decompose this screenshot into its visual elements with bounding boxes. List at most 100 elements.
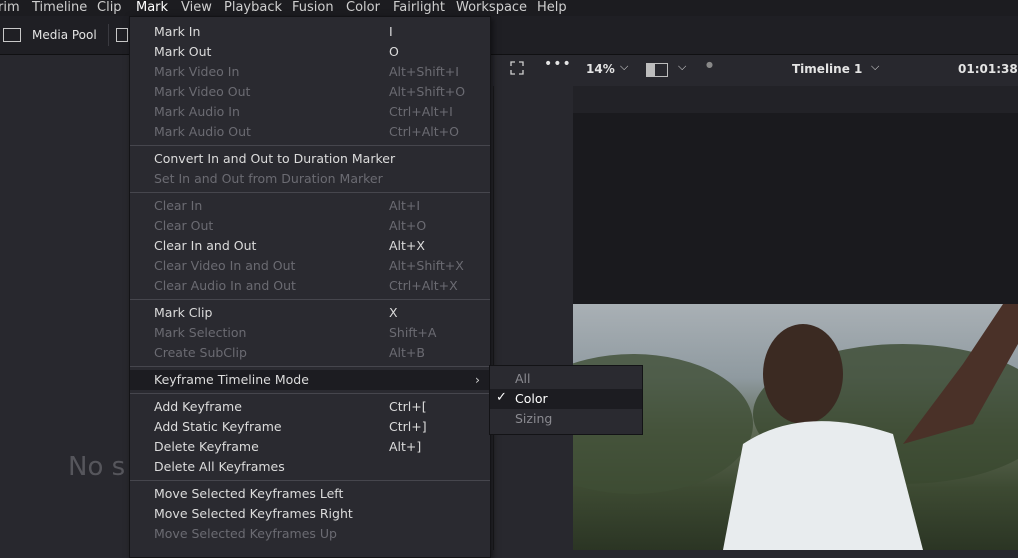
menu-item-label: Add Keyframe	[154, 399, 242, 414]
menu-item-shortcut: Alt+]	[389, 439, 422, 454]
menu-timeline[interactable]: Timeline	[32, 0, 87, 16]
menu-item-mark-audio-out[interactable]: Mark Audio Out Ctrl+Alt+O	[130, 122, 490, 142]
menu-item-clear-in[interactable]: Clear In Alt+I	[130, 196, 490, 216]
menu-item-label: Move Selected Keyframes Left	[154, 486, 344, 501]
timecode-display: 01:01:38:0	[958, 62, 1018, 76]
menu-item-shortcut: X	[389, 305, 398, 320]
menu-item-delete-all-keyframes[interactable]: Delete All Keyframes	[130, 457, 490, 477]
menu-fairlight[interactable]: Fairlight	[393, 0, 445, 16]
fullscreen-icon[interactable]	[510, 61, 524, 75]
menu-fusion[interactable]: Fusion	[292, 0, 334, 16]
media-pool-button[interactable]: Media Pool	[32, 28, 97, 42]
menu-item-shortcut: Alt+O	[389, 218, 427, 233]
more-options-icon[interactable]: •••	[544, 56, 572, 72]
menu-item-clear-video-in-and-out[interactable]: Clear Video In and Out Alt+Shift+X	[130, 256, 490, 276]
menu-item-shortcut: Shift+A	[389, 325, 437, 340]
status-dot-icon: ●	[706, 60, 713, 69]
menu-item-move-keyframes-left[interactable]: Move Selected Keyframes Left	[130, 484, 490, 504]
empty-state-text: No s	[68, 452, 126, 482]
menu-separator	[130, 192, 490, 193]
menu-item-label: Mark Out	[154, 44, 212, 59]
menu-separator	[130, 366, 490, 367]
menu-workspace[interactable]: Workspace	[456, 0, 527, 16]
menu-item-set-from-duration-marker[interactable]: Set In and Out from Duration Marker	[130, 169, 490, 189]
menu-item-label: Delete All Keyframes	[154, 459, 285, 474]
menu-item-mark-video-in[interactable]: Mark Video In Alt+Shift+I	[130, 62, 490, 82]
viewer-letterbox	[573, 113, 1018, 304]
menu-item-label: Create SubClip	[154, 345, 247, 360]
menu-item-delete-keyframe[interactable]: Delete Keyframe Alt+]	[130, 437, 490, 457]
checkmark-icon: ✓	[496, 390, 507, 405]
menu-item-label: Clear Out	[154, 218, 214, 233]
menu-item-label: Set In and Out from Duration Marker	[154, 171, 383, 186]
layout-chevron-down-icon[interactable]: ⌵	[678, 60, 686, 74]
menu-help[interactable]: Help	[537, 0, 567, 16]
menu-color[interactable]: Color	[346, 0, 380, 16]
menu-item-label: Mark Video Out	[154, 84, 251, 99]
clip-list-panel	[493, 86, 573, 550]
menu-item-create-subclip[interactable]: Create SubClip Alt+B	[130, 343, 490, 363]
menu-item-shortcut: Alt+Shift+I	[389, 64, 459, 79]
menu-item-clear-audio-in-and-out[interactable]: Clear Audio In and Out Ctrl+Alt+X	[130, 276, 490, 296]
media-pool-icon[interactable]	[3, 28, 21, 42]
menu-item-shortcut: Alt+X	[389, 238, 425, 253]
menu-bar: rim Timeline Clip Mark View Playback Fus…	[0, 0, 1018, 16]
timeline-chevron-down-icon[interactable]: ⌵	[871, 60, 879, 74]
menu-item-mark-in[interactable]: Mark In I	[130, 22, 490, 42]
menu-item-shortcut: Ctrl+Alt+X	[389, 278, 458, 293]
menu-item-mark-selection[interactable]: Mark Selection Shift+A	[130, 323, 490, 343]
submenu-item-sizing[interactable]: Sizing	[490, 409, 642, 429]
menu-item-label: Move Selected Keyframes Right	[154, 506, 353, 521]
menu-clip[interactable]: Clip	[97, 0, 122, 16]
effects-icon[interactable]	[116, 28, 128, 42]
submenu-item-label: All	[515, 371, 531, 386]
menu-item-move-keyframes-up[interactable]: Move Selected Keyframes Up	[130, 524, 490, 544]
menu-separator	[130, 145, 490, 146]
menu-item-move-keyframes-right[interactable]: Move Selected Keyframes Right	[130, 504, 490, 524]
menu-separator	[130, 480, 490, 481]
menu-item-add-keyframe[interactable]: Add Keyframe Ctrl+[	[130, 397, 490, 417]
menu-trim[interactable]: rim	[0, 0, 20, 16]
zoom-chevron-down-icon[interactable]: ⌵	[620, 60, 628, 74]
menu-item-mark-clip[interactable]: Mark Clip X	[130, 303, 490, 323]
menu-playback[interactable]: Playback	[224, 0, 282, 16]
menu-item-label: Keyframe Timeline Mode	[154, 372, 309, 387]
menu-item-mark-out[interactable]: Mark Out O	[130, 42, 490, 62]
submenu-item-all[interactable]: All	[490, 369, 642, 389]
menu-separator	[130, 299, 490, 300]
menu-item-label: Clear Audio In and Out	[154, 278, 296, 293]
menu-mark[interactable]: Mark	[136, 0, 168, 16]
menu-item-shortcut: Ctrl+Alt+I	[389, 104, 453, 119]
menu-item-label: Delete Keyframe	[154, 439, 259, 454]
menu-item-label: Mark Selection	[154, 325, 247, 340]
menu-item-clear-in-and-out[interactable]: Clear In and Out Alt+X	[130, 236, 490, 256]
submenu-item-label: Sizing	[515, 411, 553, 426]
menu-item-convert-to-duration-marker[interactable]: Convert In and Out to Duration Marker	[130, 149, 490, 169]
viewer-header	[573, 86, 1018, 114]
menu-item-label: Clear In	[154, 198, 203, 213]
menu-item-shortcut: Alt+B	[389, 345, 425, 360]
zoom-level[interactable]: 14%	[586, 62, 615, 76]
menu-item-clear-out[interactable]: Clear Out Alt+O	[130, 216, 490, 236]
menu-item-label: Clear Video In and Out	[154, 258, 296, 273]
menu-item-label: Mark Clip	[154, 305, 213, 320]
keyframe-mode-submenu: All ✓ Color Sizing	[489, 365, 643, 435]
menu-item-label: Move Selected Keyframes Up	[154, 526, 337, 541]
menu-item-keyframe-timeline-mode[interactable]: Keyframe Timeline Mode ›	[130, 370, 490, 390]
menu-item-label: Convert In and Out to Duration Marker	[154, 151, 396, 166]
menu-item-shortcut: O	[389, 44, 399, 59]
menu-item-add-static-keyframe[interactable]: Add Static Keyframe Ctrl+]	[130, 417, 490, 437]
viewer-layout-icon[interactable]	[646, 63, 668, 77]
menu-item-mark-video-out[interactable]: Mark Video Out Alt+Shift+O	[130, 82, 490, 102]
menu-item-shortcut: Alt+Shift+X	[389, 258, 464, 273]
menu-item-label: Mark Audio In	[154, 104, 240, 119]
toolbar-divider	[108, 24, 109, 46]
submenu-item-color[interactable]: ✓ Color	[490, 389, 642, 409]
menu-item-shortcut: I	[389, 24, 393, 39]
menu-item-mark-audio-in[interactable]: Mark Audio In Ctrl+Alt+I	[130, 102, 490, 122]
menu-item-shortcut: Ctrl+Alt+O	[389, 124, 459, 139]
menu-item-shortcut: Ctrl+]	[389, 419, 427, 434]
menu-item-shortcut: Alt+Shift+O	[389, 84, 466, 99]
timeline-name[interactable]: Timeline 1	[792, 62, 862, 76]
menu-view[interactable]: View	[181, 0, 212, 16]
